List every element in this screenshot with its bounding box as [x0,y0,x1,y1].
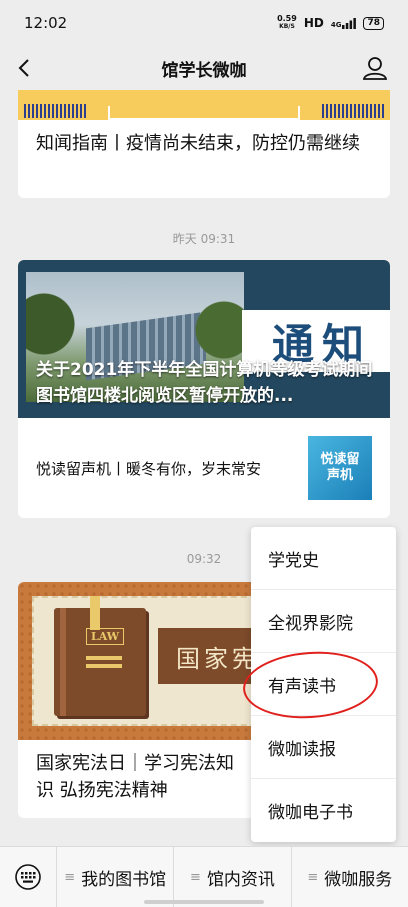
menu-library-news[interactable]: ≡ 馆内资讯 [173,847,290,907]
status-icons: 0.59 KB/S HD 4G 78 [277,15,384,31]
article-card[interactable]: 知闻指南丨疫情尚未结束，防控仍需继续 [18,90,390,198]
menu-cafe-services[interactable]: ≡ 微咖服务 [290,847,408,907]
status-bar: 12:02 0.59 KB/S HD 4G 78 [0,0,408,46]
article-cover: 通知 关于2021年下半年全国计算机等级考试期间图书馆四楼北阅览区暂停开放的..… [18,260,390,418]
nav-bar: 馆学长微咖 [0,46,408,90]
article-title: 关于2021年下半年全国计算机等级考试期间图书馆四楼北阅览区暂停开放的... [36,360,373,406]
article-title: 知闻指南丨疫情尚未结束，防控仍需继续 [36,133,360,154]
submenu-item-newspaper[interactable]: 微咖读报 [251,716,396,779]
submenu-item-audio-books[interactable]: 有声读书 [251,653,396,716]
menu-my-library[interactable]: ≡ 我的图书馆 [56,847,173,907]
home-indicator [144,900,264,904]
submenu-item-party-history[interactable]: 学党史 [251,527,396,590]
hd-indicator: HD [303,16,324,30]
submenu-popup: 学党史 全视界影院 有声读书 微咖读报 微咖电子书 [251,527,396,842]
law-book-image: LAW [54,608,146,716]
page-title: 馆学长微咖 [161,60,247,81]
sub-article-title: 悦读留声机丨暖冬有你，岁末常安 [36,459,262,478]
submenu-item-cinema[interactable]: 全视界影院 [251,590,396,653]
sub-article-thumbnail: 悦读留声机 [308,436,372,500]
message-timestamp: 昨天 09:31 [172,232,236,246]
keyboard-toggle[interactable] [0,847,56,907]
status-time: 12:02 [24,14,68,32]
signal-icon: 4G [331,17,357,29]
back-arrow-icon[interactable] [14,54,36,82]
article-card[interactable]: 通知 关于2021年下半年全国计算机等级考试期间图书馆四楼北阅览区暂停开放的..… [18,260,390,518]
battery-icon: 78 [363,16,384,30]
submenu-item-ebooks[interactable]: 微咖电子书 [251,779,396,842]
menu-lines-icon: ≡ [190,869,201,885]
sub-article[interactable]: 悦读留声机丨暖冬有你，岁末常安 悦读留声机 [18,418,390,518]
net-speed: 0.59 KB/S [277,14,297,31]
article-cover [18,90,390,120]
keyboard-icon [15,864,41,890]
user-profile-icon[interactable] [362,54,388,82]
menu-lines-icon: ≡ [307,869,319,885]
menu-lines-icon: ≡ [64,869,76,885]
article-title: 国家宪法日｜学习宪法知识 弘扬宪法精神 [36,753,234,801]
bottom-menu-bar: ≡ 我的图书馆 ≡ 馆内资讯 ≡ 微咖服务 [0,846,408,907]
